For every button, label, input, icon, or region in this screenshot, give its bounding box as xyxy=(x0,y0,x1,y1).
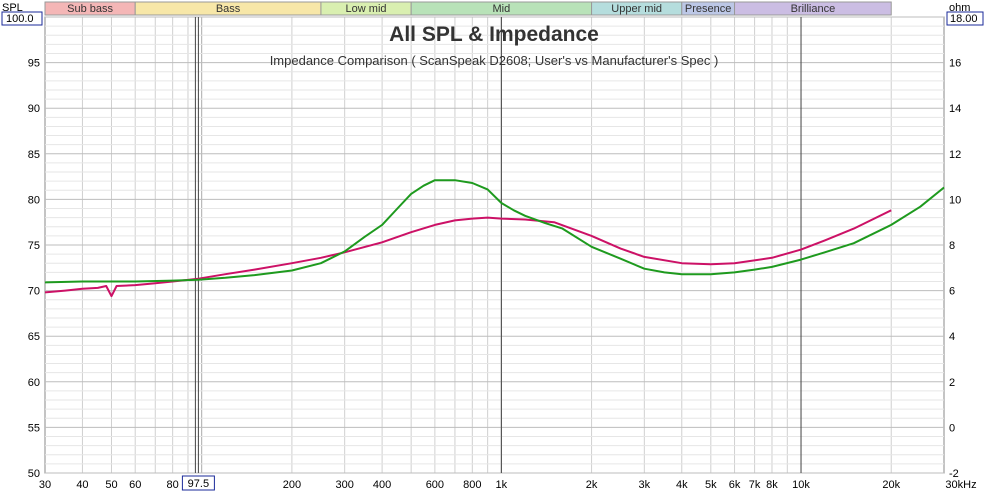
x-tick: 2k xyxy=(586,479,598,491)
band-label-4: Upper mid xyxy=(611,3,662,15)
x-tick: 400 xyxy=(373,479,391,491)
chart-subtitle: Impedance Comparison ( ScanSpeak D2608; … xyxy=(270,53,719,68)
x-tick: 800 xyxy=(463,479,481,491)
y-left-tick: 80 xyxy=(28,194,40,206)
y-left-tick: 70 xyxy=(28,286,40,298)
y-left-top-value: 100.0 xyxy=(6,13,34,25)
x-tick: 8k xyxy=(766,479,778,491)
y-left-tick: 65 xyxy=(28,331,40,343)
y-left-tick: 55 xyxy=(28,422,40,434)
y-right-tick: 8 xyxy=(949,240,955,252)
y-right-top-value: 18.00 xyxy=(950,13,978,25)
y-left-tick: 85 xyxy=(28,149,40,161)
x-tick: 3k xyxy=(639,479,651,491)
x-axis: 30 40 50 60 80 97.5 200 300 400 600 800 1k 2k 3k 4k 5k 6… xyxy=(39,475,977,491)
x-tick: 30 xyxy=(39,479,51,491)
x-tick: 10k xyxy=(792,479,810,491)
y-right-axis: -20246810121416 xyxy=(949,58,961,480)
band-label-2: Low mid xyxy=(346,3,387,15)
y-left-tick: 60 xyxy=(28,377,40,389)
band-label-3: Mid xyxy=(492,3,510,15)
x-tick: 7k xyxy=(749,479,761,491)
y-left-tick: 75 xyxy=(28,240,40,252)
x-cursor-value: 97.5 xyxy=(188,478,209,490)
y-right-tick: 14 xyxy=(949,103,961,115)
x-tick: 6k xyxy=(729,479,741,491)
x-tick: 80 xyxy=(167,479,179,491)
y-right-tick: 2 xyxy=(949,377,955,389)
x-unit-label: 30kHz xyxy=(945,479,976,491)
y-left-tick: 90 xyxy=(28,103,40,115)
y-right-tick: 6 xyxy=(949,286,955,298)
impedance-chart: Sub bass Bass Low mid Mid Upper mid Presence B… xyxy=(1,1,984,491)
x-tick: 40 xyxy=(76,479,88,491)
x-tick: 600 xyxy=(426,479,444,491)
y-left-tick: 95 xyxy=(28,58,40,70)
band-label-0: Sub bass xyxy=(67,3,113,15)
band-label-5: Presence xyxy=(685,3,731,15)
x-tick: 1k xyxy=(496,479,508,491)
x-tick: 5k xyxy=(705,479,717,491)
y-left-axis: 50556065707580859095 xyxy=(28,58,40,480)
x-tick: 50 xyxy=(105,479,117,491)
y-right-tick: 12 xyxy=(949,149,961,161)
band-label-6: Brilliance xyxy=(791,3,836,15)
x-tick: 4k xyxy=(676,479,688,491)
x-tick: 60 xyxy=(129,479,141,491)
x-tick: 300 xyxy=(335,479,353,491)
y-right-tick: 16 xyxy=(949,58,961,70)
frequency-bands: Sub bass Bass Low mid Mid Upper mid Presence B… xyxy=(44,1,892,16)
x-tick: 200 xyxy=(283,479,301,491)
band-label-1: Bass xyxy=(216,3,241,15)
y-right-tick: 4 xyxy=(949,331,955,343)
x-tick: 20k xyxy=(882,479,900,491)
y-right-tick: 0 xyxy=(949,422,955,434)
chart-title: All SPL & Impedance xyxy=(389,23,599,46)
y-right-tick: 10 xyxy=(949,194,961,206)
